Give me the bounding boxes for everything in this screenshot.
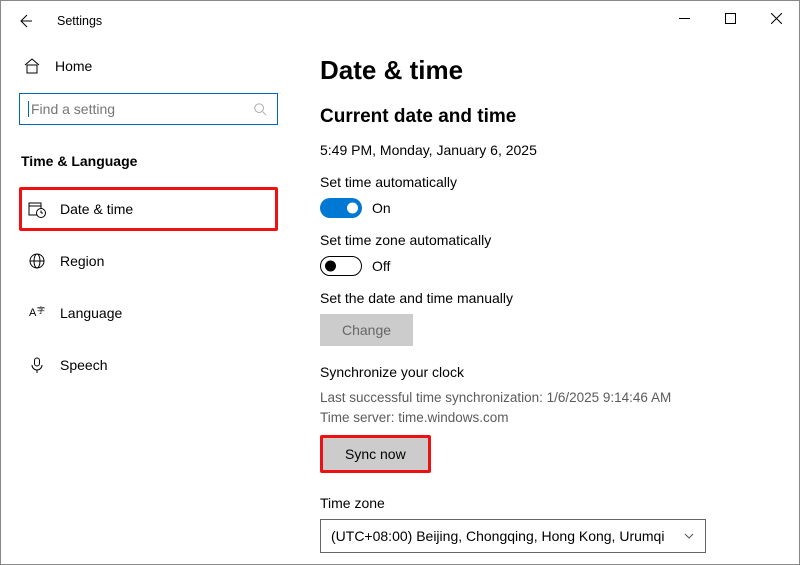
sidebar-item-home[interactable]: Home bbox=[19, 51, 278, 81]
auto-tz-toggle[interactable] bbox=[320, 256, 362, 276]
sync-heading: Synchronize your clock bbox=[320, 364, 775, 380]
back-button[interactable] bbox=[15, 11, 35, 31]
sidebar-item-language[interactable]: A 字 Language bbox=[22, 294, 275, 332]
sidebar-item-speech[interactable]: Speech bbox=[22, 346, 275, 384]
time-zone-value: (UTC+08:00) Beijing, Chongqing, Hong Kon… bbox=[331, 528, 664, 544]
search-input[interactable]: Find a setting bbox=[19, 93, 278, 125]
auto-time-toggle[interactable] bbox=[320, 198, 362, 218]
search-icon bbox=[251, 100, 269, 118]
sidebar-item-label: Language bbox=[60, 305, 122, 321]
close-button[interactable] bbox=[753, 3, 799, 33]
sidebar-item-region[interactable]: Region bbox=[22, 242, 275, 280]
sidebar-home-label: Home bbox=[55, 58, 92, 74]
sync-last: Last successful time synchronization: 1/… bbox=[320, 388, 775, 408]
microphone-icon bbox=[28, 356, 46, 374]
page-title: Date & time bbox=[320, 55, 775, 86]
chevron-down-icon bbox=[683, 530, 695, 542]
tz-label: Time zone bbox=[320, 495, 775, 511]
content-area: Date & time Current date and time 5:49 P… bbox=[296, 41, 799, 565]
titlebar: Settings bbox=[1, 1, 799, 41]
auto-tz-state: Off bbox=[372, 258, 390, 274]
maximize-button[interactable] bbox=[707, 3, 753, 33]
language-icon: A 字 bbox=[28, 304, 46, 322]
sidebar-item-label: Region bbox=[60, 253, 104, 269]
globe-icon bbox=[28, 252, 46, 270]
sidebar-item-label: Speech bbox=[60, 357, 107, 373]
manual-label: Set the date and time manually bbox=[320, 290, 775, 306]
auto-tz-label: Set time zone automatically bbox=[320, 232, 775, 248]
home-icon bbox=[23, 57, 41, 75]
auto-time-label: Set time automatically bbox=[320, 174, 775, 190]
sidebar-item-date-time[interactable]: Date & time bbox=[22, 190, 275, 228]
search-placeholder: Find a setting bbox=[31, 101, 251, 117]
minimize-button[interactable] bbox=[661, 3, 707, 33]
window-title: Settings bbox=[57, 14, 102, 28]
sync-server: Time server: time.windows.com bbox=[320, 408, 775, 428]
svg-text:字: 字 bbox=[37, 305, 45, 315]
current-date-heading: Current date and time bbox=[320, 106, 775, 128]
sidebar-section-title: Time & Language bbox=[21, 153, 278, 169]
auto-time-state: On bbox=[372, 200, 391, 216]
sidebar-item-label: Date & time bbox=[60, 201, 133, 217]
sync-now-button[interactable]: Sync now bbox=[323, 438, 428, 470]
change-button: Change bbox=[320, 314, 413, 346]
current-date-value: 5:49 PM, Monday, January 6, 2025 bbox=[320, 142, 775, 158]
time-zone-select[interactable]: (UTC+08:00) Beijing, Chongqing, Hong Kon… bbox=[320, 519, 706, 553]
sidebar: Home Find a setting Time & Language bbox=[1, 41, 296, 565]
calendar-clock-icon bbox=[28, 200, 46, 218]
svg-text:A: A bbox=[29, 307, 37, 319]
